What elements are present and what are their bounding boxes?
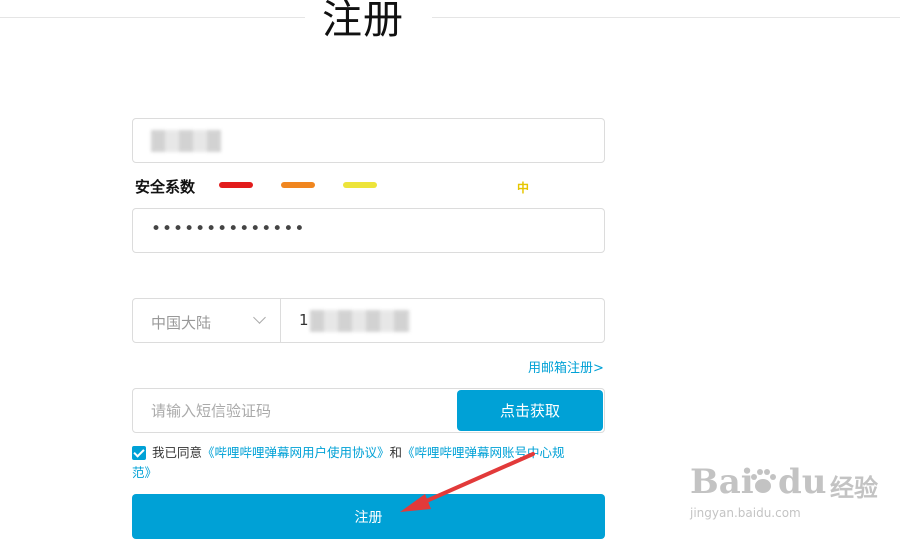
strength-bar-medium: [281, 182, 315, 188]
region-select[interactable]: 中国大陆: [133, 299, 281, 342]
strength-bar-weak: [219, 182, 253, 188]
user-agreement-link[interactable]: 《哔哩哔哩弹幕网用户使用协议》: [202, 445, 390, 460]
password-field[interactable]: ••••••••••••••: [132, 208, 605, 253]
blurred-phone-number: [310, 310, 410, 332]
phone-field[interactable]: 中国大陆 1: [132, 298, 605, 343]
annotation-arrow-icon: [400, 452, 535, 512]
title-divider-left: [0, 17, 305, 18]
username-field[interactable]: [132, 118, 605, 163]
region-value: 中国大陆: [151, 314, 212, 332]
strength-label: 安全系数: [135, 178, 196, 196]
agreement-checkbox[interactable]: [132, 446, 146, 460]
watermark-brand: Bai: [690, 462, 754, 502]
paw-icon: [751, 469, 776, 493]
watermark-brand-2: du: [778, 462, 827, 502]
baidu-jingyan-watermark: Bai du 经验 jingyan.baidu.com: [690, 462, 890, 522]
chevron-down-icon: [253, 311, 266, 324]
register-with-email-link[interactable]: 用邮箱注册>: [528, 357, 604, 376]
sms-code-field: 点击获取: [132, 388, 605, 433]
strength-level: 中: [517, 181, 530, 195]
blurred-username: [151, 130, 221, 152]
watermark-url: jingyan.baidu.com: [690, 506, 801, 520]
get-code-button[interactable]: 点击获取: [457, 390, 603, 431]
password-masked-value: ••••••••••••••: [151, 219, 306, 239]
title-divider-right: [432, 17, 900, 18]
phone-number-value: 1: [299, 311, 309, 329]
watermark-cn: 经验: [830, 474, 878, 502]
sms-code-input[interactable]: [151, 402, 441, 420]
password-strength: 安全系数 中: [135, 174, 605, 198]
page-title: 注册: [322, 0, 404, 43]
strength-bar-strong: [343, 182, 377, 188]
agreement-prefix: 我已同意: [152, 445, 203, 460]
